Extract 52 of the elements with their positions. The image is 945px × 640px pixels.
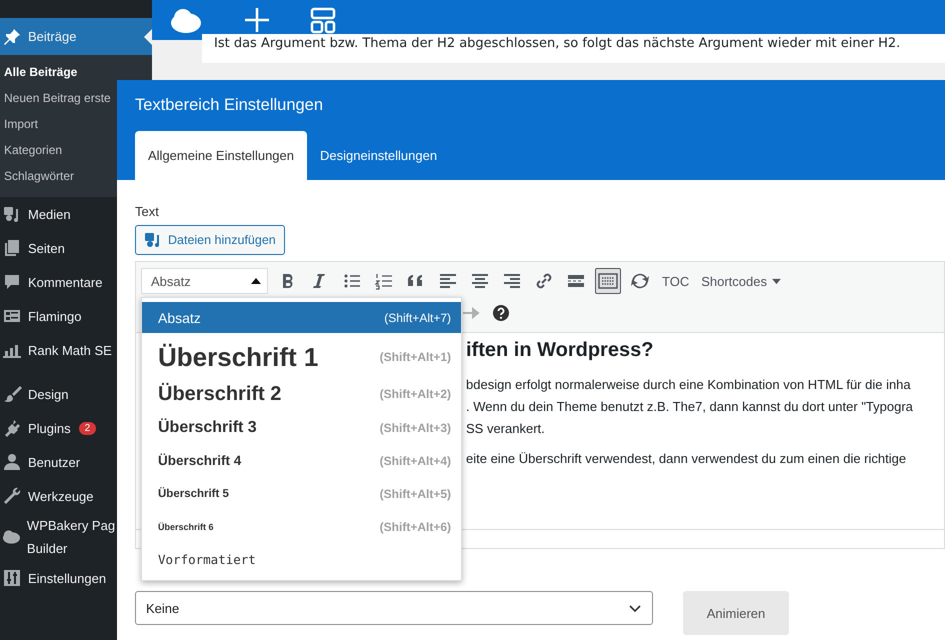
paragraph-text: eite eine Überschrift verwendest, dann verwendest du zum einen die richtige [466,450,908,468]
content-heading: iften in Wordpress? [466,339,654,362]
count-badge: 2 [78,422,96,434]
tab[interactable]: Allgemeine Einstellungen [135,131,307,180]
paragraph-text: bdesign erfolgt normalerweise durch eine Kombination von HTML für die inha [466,376,912,394]
align-right-icon [502,271,522,291]
submenu-item[interactable]: Neuen Beitrag erste [0,85,115,111]
field-label: Text [135,204,160,219]
brush-icon [2,384,22,404]
cloud-icon [170,6,204,34]
keyboard-icon [598,271,618,291]
tab[interactable]: Designeinstellungen [306,131,450,180]
add-media-button[interactable]: Dateien hinzufügen [135,225,285,255]
wrench-icon [2,486,22,506]
paragraph-text: . Wenn du dein Theme benutzt z.B. The7, dann kannst du dort unter "Typogra [466,398,914,416]
submenu-item[interactable]: Import [0,111,42,137]
shortcut-text: (Shift+Alt+2) [380,387,451,401]
link-icon [534,271,554,291]
comment-icon [2,272,22,292]
format-option[interactable]: Absatz (Shift+Alt+7) [142,302,461,333]
media-icon [144,231,162,249]
menu-item[interactable]: Beiträge [0,18,152,55]
refresh-icon [630,271,650,291]
shortcut-text: (Shift+Alt+1) [380,350,451,364]
shortcut-text: (Shift+Alt+7) [384,310,451,324]
animate-button[interactable]: Animieren [683,591,789,635]
shortcut-text: (Shift+Alt+4) [380,454,451,468]
layout-icon [310,6,336,34]
animation-select[interactable]: Keine [135,591,653,625]
shortcut-text: (Shift+Alt+5) [380,486,451,500]
toc-button[interactable]: TOC [656,274,696,288]
numbered-list-icon [374,271,394,291]
help-icon [491,303,511,323]
shortcut-text: (Shift+Alt+3) [380,420,451,434]
pages-icon [2,238,22,258]
shortcut-text: (Shift+Alt+6) [380,520,451,534]
text-block: Ist das Argument bzw. Thema der H2 abgeschlossen, so folgt das nächste Argument wieder mit einer H2. [202,34,945,63]
pin-icon [2,26,22,46]
toolbar-toggle-button[interactable] [595,268,621,294]
add-icon [244,7,270,33]
format-select[interactable]: Absatz [141,268,268,294]
dialog-title: Textbereich Einstellungen [135,96,324,115]
submenu-item[interactable]: Schlagwörter [0,163,78,189]
submenu-item[interactable]: Alle Beiträge [0,59,82,85]
caret-icon [772,278,781,284]
paragraph-text: SS verankert. [466,420,546,438]
shortcodes-button[interactable]: Shortcodes [695,274,787,288]
submenu-item[interactable]: Kategorien [0,137,66,163]
user-icon [2,452,22,472]
align-center-icon [470,271,490,291]
caret-icon [251,277,261,285]
align-left-icon [438,271,458,291]
